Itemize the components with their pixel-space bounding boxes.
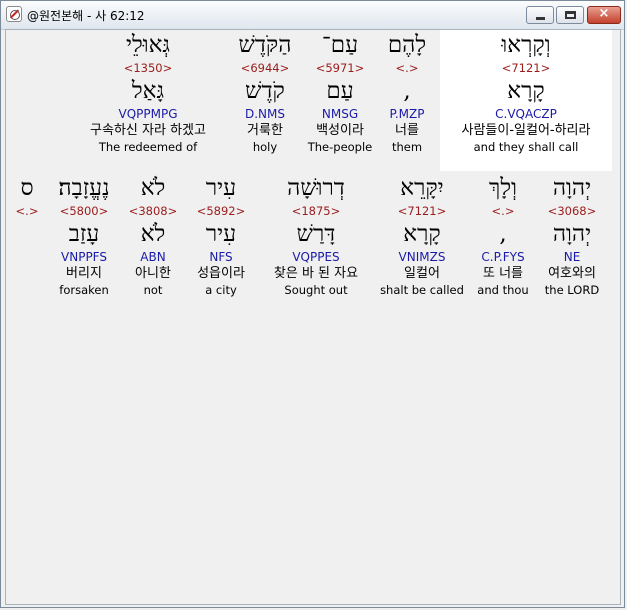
hebrew-word: וְקָרְאוּ [501,32,551,58]
maximize-button[interactable] [556,6,584,24]
word-cell[interactable]: נֶעֱזָבָה׃ <5800> עָזַב VNPPFS 버리지 forsa… [44,173,124,298]
strong-number[interactable]: <7121> [441,60,611,76]
lemma: דָּרַשׁ [296,221,336,247]
morphology-code[interactable]: VNIMZS [372,249,472,265]
korean-gloss: 버리지 [66,266,102,281]
english-gloss: shalt be called [380,283,464,297]
verse-panel: וְקָרְאוּ <7121> קָרָא C.VQACZP 사람들이-일컬어… [5,29,621,605]
minimize-button[interactable] [526,6,554,24]
window-title: @원전본해 - 사 62:12 [27,9,145,23]
korean-gloss: 일컬어 [404,266,440,281]
word-cell[interactable]: וְקָרְאוּ <7121> קָרָא C.VQACZP 사람들이-일컬어… [441,30,611,155]
morphology-code[interactable]: C.VQACZP [441,106,611,122]
korean-gloss: 사람들이-일컬어-하리라 [461,123,591,138]
korean-gloss: 아니한 [135,266,171,281]
strong-number[interactable]: <5892> [188,203,254,219]
morphology-code[interactable]: C.P.FYS [468,249,538,265]
lemma: עִיר [205,221,237,247]
word-cell[interactable]: הַקֹּדֶשׁ <6944> קֹדֶשׁ D.NMS 거룩한 holy [221,30,309,155]
english-gloss: holy [252,140,278,154]
strong-number[interactable]: <.> [10,203,44,219]
morphology-code[interactable]: D.NMS [221,106,309,122]
morphology-code[interactable]: VNPPFS [44,249,124,265]
korean-gloss: 구속하신 자라 하겠고 [90,123,206,138]
hebrew-word: יִקָּרֵא [400,175,444,201]
hebrew-word: ס [20,175,34,201]
title-bar[interactable]: @원전본해 - 사 62:12 × [1,1,624,30]
english-gloss: Sought out [284,283,348,297]
english-gloss: and thou [477,283,529,297]
english-gloss: forsaken [59,283,109,297]
korean-gloss: 여호와의 [548,266,596,281]
morphology-code[interactable]: VQPPES [258,249,374,265]
hebrew-word: נֶעֱזָבָה׃ [58,175,110,201]
hebrew-word: עִיר [205,175,237,201]
close-button[interactable]: × [587,6,621,24]
morphology-code[interactable]: VQPPMPG [68,106,228,122]
strong-number[interactable]: <3808> [123,203,183,219]
lemma: קָרָא [403,221,441,247]
maximize-icon [565,11,576,19]
strong-number[interactable]: <3068> [536,203,608,219]
strong-number[interactable]: <6944> [221,60,309,76]
lemma: יְהוָה [552,221,592,247]
korean-gloss: 성읍이라 [197,266,245,281]
strong-number[interactable]: <1350> [68,60,228,76]
hebrew-word: לֹא [140,175,166,201]
close-icon: × [598,6,610,21]
korean-gloss: 찾은 바 된 자요 [273,266,359,281]
strong-number[interactable]: <7121> [372,203,472,219]
english-gloss: and they shall call [473,140,579,154]
strong-number[interactable]: <.> [468,203,538,219]
hebrew-word: יְהוָה [552,175,592,201]
strong-number[interactable]: <1875> [258,203,374,219]
word-cell[interactable]: עִיר <5892> עִיר NFS 성읍이라 a city [188,173,254,298]
word-cell[interactable]: וְלָךְ <.> , C.P.FYS 또 너를 and thou [468,173,538,298]
word-cell[interactable]: ס <.> [10,173,44,219]
english-gloss: not [143,283,163,297]
minimize-icon [536,17,545,20]
korean-gloss: 또 너를 [482,266,523,281]
morphology-code[interactable]: NFS [188,249,254,265]
morphology-code[interactable]: ABN [123,249,183,265]
english-gloss: The redeemed of [98,140,198,154]
strong-number[interactable]: <5800> [44,203,124,219]
lemma: עָזַב [68,221,100,247]
english-gloss: a city [205,283,237,297]
lemma: גָּאַל [131,78,165,104]
app-icon [6,6,22,22]
hebrew-word: גְּאוּלֵי [125,32,171,58]
app-window: @원전본해 - 사 62:12 × וְקָרְאוּ <7121> קָרָא… [0,0,625,608]
hebrew-word: הַקֹּדֶשׁ [238,32,292,58]
word-cell[interactable]: גְּאוּלֵי <1350> גָּאַל VQPPMPG 구속하신 자라 … [68,30,228,155]
word-cell[interactable]: דְרוּשָׁה <1875> דָּרַשׁ VQPPES 찾은 바 된 자… [258,173,374,298]
morphology-code[interactable]: NE [536,249,608,265]
lemma: , [499,221,507,247]
lemma: לֹא [140,221,166,247]
english-gloss: the LORD [544,283,600,297]
lemma: קֹדֶשׁ [245,78,285,104]
hebrew-word: וְלָךְ [489,175,517,201]
word-cell[interactable]: לֹא <3808> לֹא ABN 아니한 not [123,173,183,298]
hebrew-word: דְרוּשָׁה [287,175,345,201]
word-cell[interactable]: יְהוָה <3068> יְהוָה NE 여호와의 the LORD [536,173,608,298]
lemma: קָרָא [507,78,545,104]
korean-gloss: 거룩한 [247,123,283,138]
word-cell[interactable]: יִקָּרֵא <7121> קָרָא VNIMZS 일컬어 shalt b… [372,173,472,298]
